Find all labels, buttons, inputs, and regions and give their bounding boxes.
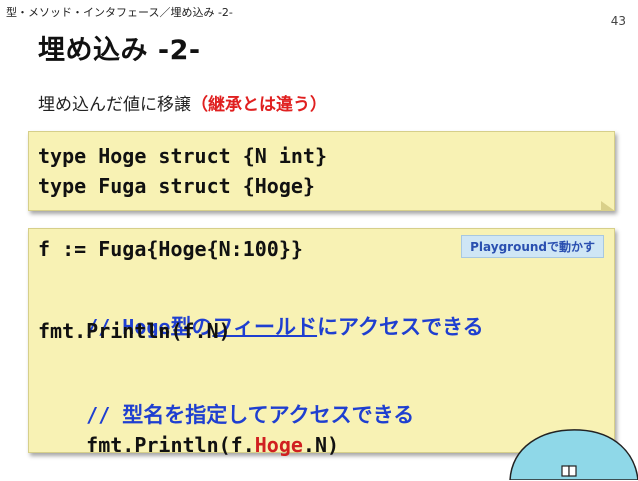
code-highlight: Hoge (254, 433, 303, 457)
subtitle-main: 埋め込んだ値に移譲 (38, 95, 191, 115)
code-card-types: type Hoge struct {N int} type Fuga struc… (28, 131, 615, 211)
code-line-hoge: type Hoge struct {N int} (38, 144, 327, 168)
code-line-println-n: fmt.Println(f.N) (38, 319, 231, 343)
breadcrumb: 型・メソッド・インタフェース／埋め込み -2- (6, 6, 233, 19)
gopher-mascot-icon (509, 429, 638, 480)
page-number: 43 (610, 14, 626, 28)
playground-link[interactable]: Playgroundで動かす (461, 235, 604, 258)
code-segment: fmt.Println(f. (86, 433, 255, 457)
code-line-fuga: type Fuga struct {Hoge} (38, 174, 315, 198)
page-fold (601, 201, 615, 211)
comment-text: にアクセスできる (317, 315, 484, 339)
slide-subtitle: 埋め込んだ値に移譲（継承とは違う） (38, 90, 327, 115)
subtitle-note: （継承とは違う） (191, 95, 327, 115)
slide-title: 埋め込み -2- (38, 35, 201, 66)
code-line-println-hoge: fmt.Println(f.Hoge.N) (38, 409, 339, 481)
code-line-init: f := Fuga{Hoge{N:100}} (38, 237, 303, 261)
code-segment: .N) (302, 433, 340, 457)
